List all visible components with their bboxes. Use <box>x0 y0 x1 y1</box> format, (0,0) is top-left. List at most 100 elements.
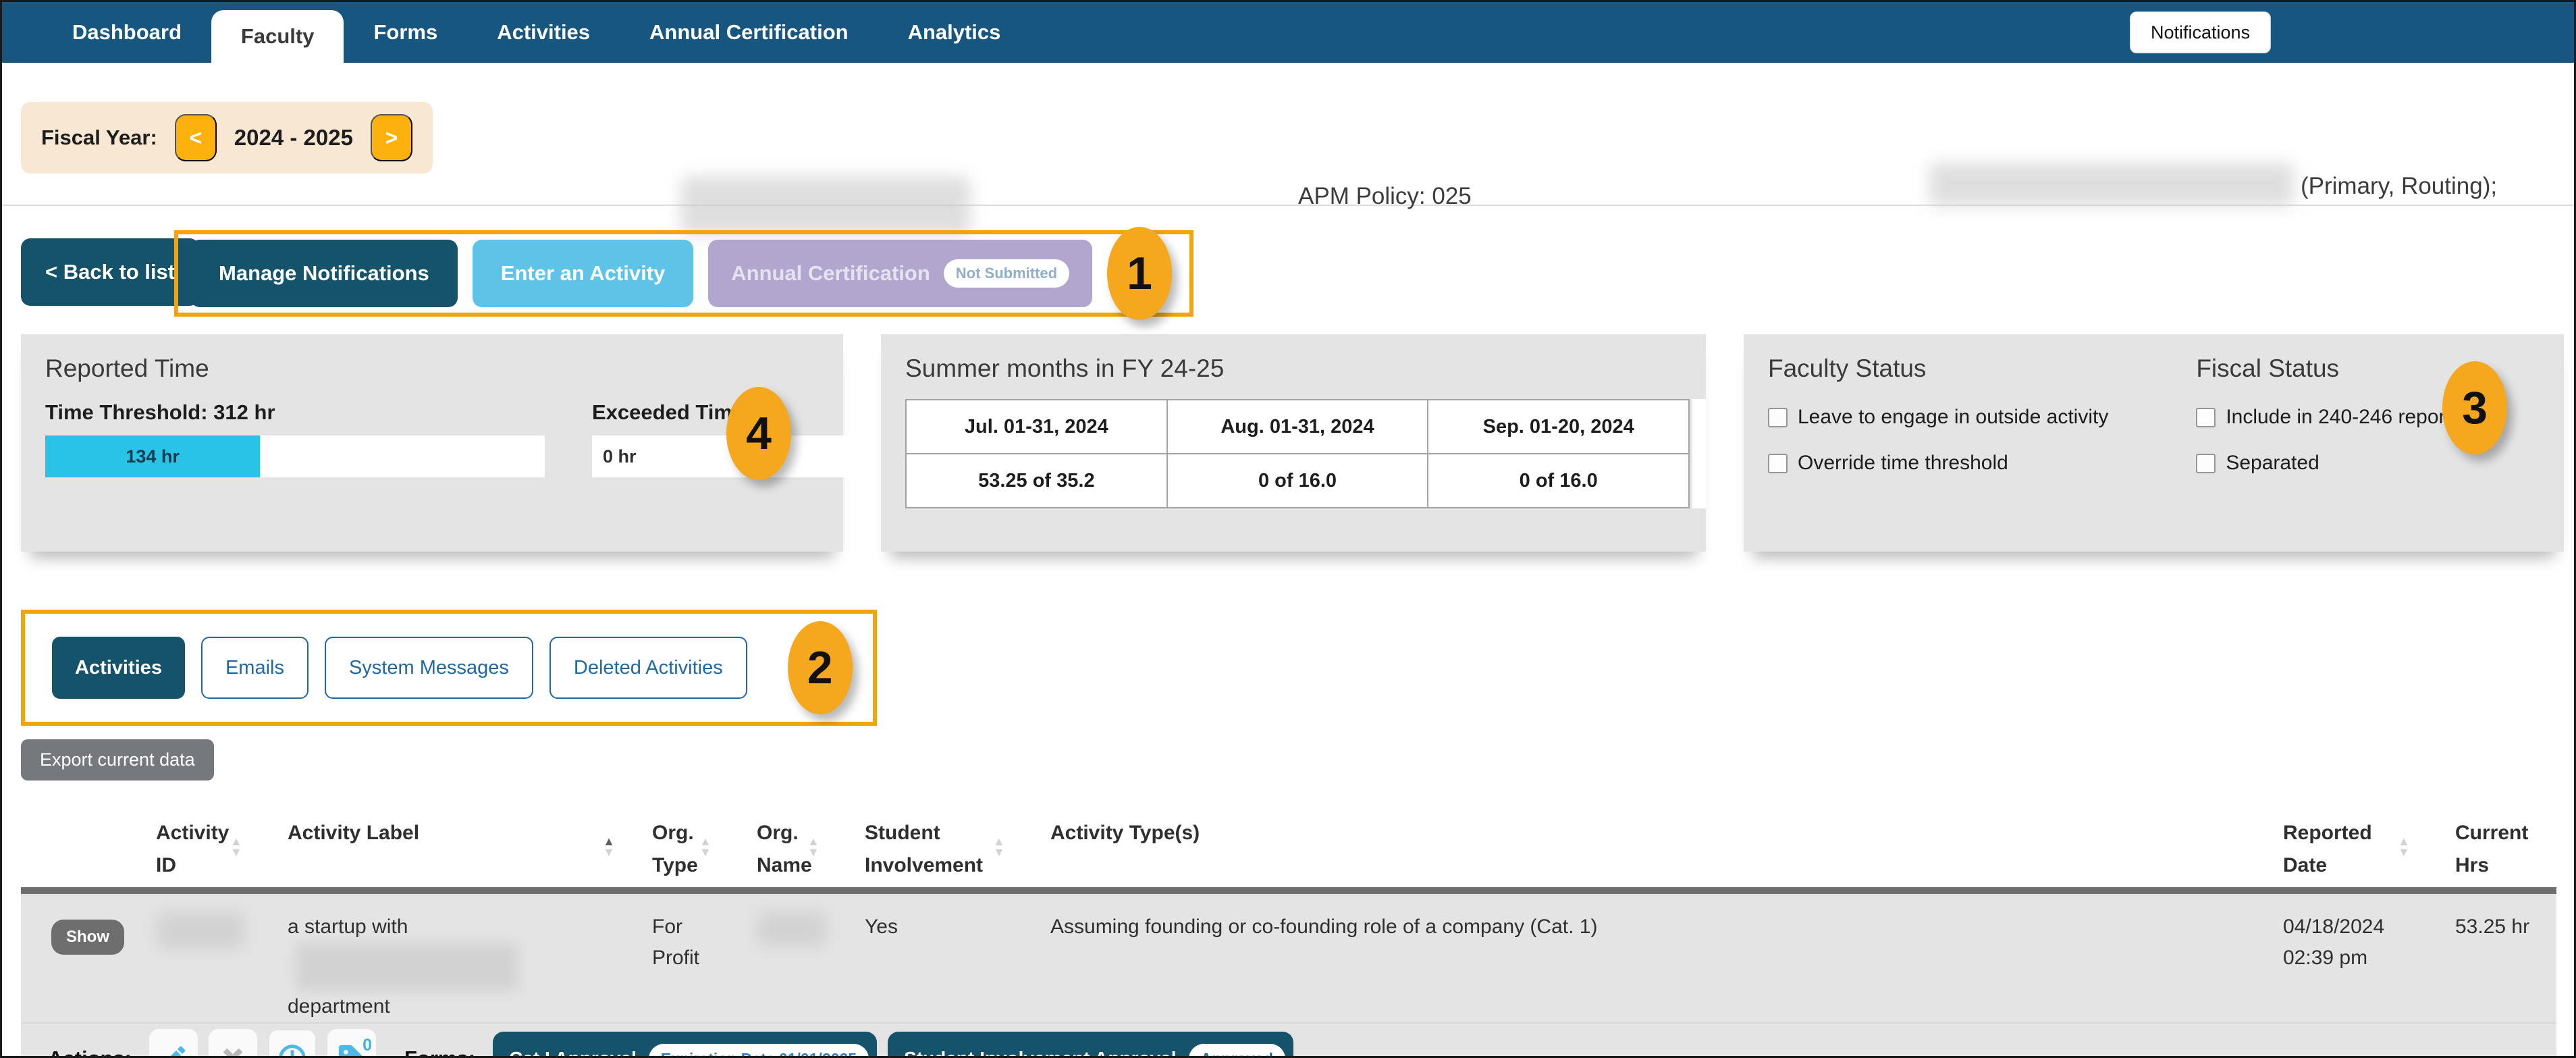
tab-emails[interactable]: Emails <box>200 637 308 699</box>
fiscal-year-prev-button[interactable]: < <box>174 114 217 161</box>
threshold-bar-fill: 134 hr <box>45 435 261 477</box>
redacted-activity-label <box>296 943 518 991</box>
summer-col-jul: Jul. 01-31, 2024 <box>905 399 1168 454</box>
enter-activity-button[interactable]: Enter an Activity <box>472 240 694 307</box>
include-240-246-checkbox[interactable] <box>2196 407 2216 427</box>
summer-header-row: Jul. 01-31, 2024 Aug. 01-31, 2024 Sep. 0… <box>905 399 1690 454</box>
header-org-name[interactable]: Org. Name <box>733 799 841 882</box>
summer-table-scrollbar[interactable] <box>1692 399 1706 508</box>
manage-notifications-button[interactable]: Manage Notifications <box>190 240 458 307</box>
separated-checkbox[interactable] <box>2196 453 2216 473</box>
time-threshold-bar: 134 hr <box>45 435 545 477</box>
x-icon <box>217 1042 248 1056</box>
leave-outside-activity-checkbox[interactable] <box>1768 407 1788 427</box>
row-activity-id <box>132 894 264 1022</box>
nav-tab-forms[interactable]: Forms <box>344 2 467 63</box>
redacted-department <box>1929 163 2294 206</box>
summer-col-aug: Aug. 01-31, 2024 <box>1166 399 1429 454</box>
fiscal-status-option: Include in 240-246 report <box>2196 406 2451 429</box>
header-org-type-label: Org. Type <box>652 822 698 876</box>
tab-activities[interactable]: Activities <box>52 637 185 699</box>
header-activity-id[interactable]: Activity ID <box>132 799 264 882</box>
override-threshold-checkbox[interactable] <box>1768 453 1788 473</box>
annual-certification-button[interactable]: Annual Certification Not Submitted <box>708 240 1093 307</box>
exceeded-time-bar: 0 hr <box>592 435 852 477</box>
row-reported-date: 04/18/2024 02:39 pm <box>2283 916 2385 969</box>
time-threshold-block: Time Threshold: 312 hr 134 hr <box>45 400 545 477</box>
nav-tab-dashboard[interactable]: Dashboard <box>43 2 211 63</box>
summer-val-sep: 0 of 16.0 <box>1427 453 1690 508</box>
tab-deleted-activities[interactable]: Deleted Activities <box>549 637 747 699</box>
row-activity-types: Assuming founding or co-founding role of… <box>1050 916 1598 938</box>
pencil-icon <box>158 1042 189 1056</box>
callout-box-1: Manage Notifications Enter an Activity A… <box>174 227 1194 320</box>
clock-icon <box>277 1042 308 1056</box>
show-button[interactable]: Show <box>51 920 124 955</box>
table-row: Show a startup with department For Profi… <box>21 894 2556 1022</box>
cat-i-approval-name: Cat I Approval <box>509 1048 637 1056</box>
department-line: (Primary, Routing); <box>1929 163 2557 206</box>
faculty-status-option: Override time threshold <box>1768 452 2108 475</box>
callout-4-badge: 4 <box>726 387 791 480</box>
faculty-status-title: Faculty Status <box>1768 354 1927 382</box>
header-activity-label[interactable]: Activity Label <box>264 799 628 882</box>
sort-asc-icon[interactable] <box>603 836 615 857</box>
sort-icon[interactable] <box>2398 836 2410 857</box>
department-suffix: (Primary, Routing); <box>2301 173 2498 199</box>
fiscal-year-value: 2024 - 2025 <box>234 125 353 150</box>
header-row: Fiscal Year: < 2024 - 2025 > APM Policy:… <box>2 63 2574 236</box>
leave-outside-activity-label: Leave to engage in outside activity <box>1798 406 2109 428</box>
summer-val-aug: 0 of 16.0 <box>1166 453 1429 508</box>
edit-activity-button[interactable] <box>149 1029 198 1056</box>
approved-pill: Approved <box>1188 1043 1285 1056</box>
row-actions-bar: Actions: 0 Forms: Cat I Approval Expirat… <box>21 1024 2556 1056</box>
header-student-involvement-label: Student Involvement <box>865 822 984 876</box>
export-current-data-button[interactable]: Export current data <box>21 739 214 781</box>
tab-system-messages[interactable]: System Messages <box>324 637 533 699</box>
notifications-button[interactable]: Notifications <box>2130 11 2272 53</box>
tags-button[interactable]: 0 <box>327 1029 376 1056</box>
back-to-list-button[interactable]: < Back to list <box>21 238 200 306</box>
header-activity-types-label: Activity Type(s) <box>1050 822 1200 844</box>
exceeded-time-block: Exceeded Time 0 hr <box>592 400 852 477</box>
sort-icon[interactable] <box>699 836 712 857</box>
sort-icon[interactable] <box>230 836 242 857</box>
cat-i-approval-badge[interactable]: Cat I Approval Expiration Date 01/01/202… <box>493 1032 878 1056</box>
nav-tab-faculty[interactable]: Faculty <box>211 10 344 63</box>
callout-box-2: Activities Emails System Messages Delete… <box>21 610 877 726</box>
sort-icon[interactable] <box>807 836 820 857</box>
time-threshold-label: Time Threshold: 312 hr <box>45 400 275 424</box>
header-student-involvement[interactable]: Student Involvement <box>841 799 1027 882</box>
callout-2-badge: 2 <box>787 621 853 714</box>
header-current-hrs[interactable]: Current Hrs <box>2432 799 2556 882</box>
student-involvement-approval-badge[interactable]: Student Involvement Approval Approved <box>888 1032 1293 1056</box>
history-button[interactable] <box>268 1029 317 1056</box>
fiscal-year-next-button[interactable]: > <box>370 114 412 161</box>
summer-val-jul: 53.25 of 35.2 <box>905 453 1168 508</box>
exceeded-time-label: Exceeded Time <box>592 400 745 424</box>
page: Dashboard Faculty Forms Activities Annua… <box>0 0 2576 1058</box>
header-reported-date[interactable]: Reported Date <box>2259 799 2432 882</box>
header-activity-types[interactable]: Activity Type(s) <box>1027 799 2259 882</box>
nav-tab-annual-certification[interactable]: Annual Certification <box>620 2 878 63</box>
nav-tab-analytics[interactable]: Analytics <box>878 2 1031 63</box>
header-org-type[interactable]: Org. Type <box>628 799 733 882</box>
forms-label: Forms: <box>404 1047 475 1056</box>
header-actions-col <box>21 799 132 882</box>
table-header-row: Activity ID Activity Label Org. Type Org… <box>21 799 2556 882</box>
separated-label: Separated <box>2226 452 2319 474</box>
nav-tab-activities[interactable]: Activities <box>467 2 620 63</box>
row-show-cell: Show <box>21 894 132 1022</box>
info-panels: Reported Time Time Threshold: 312 hr 134… <box>21 334 2574 552</box>
row-org-type: For Profit <box>652 916 700 969</box>
header-org-name-label: Org. Name <box>757 822 812 876</box>
delete-activity-button[interactable] <box>209 1029 257 1056</box>
top-nav: Dashboard Faculty Forms Activities Annua… <box>2 2 2574 63</box>
sort-icon[interactable] <box>993 836 1005 857</box>
not-submitted-badge: Not Submitted <box>943 259 1070 288</box>
row-student-involvement: Yes <box>865 916 898 938</box>
header-current-hrs-label: Current Hrs <box>2455 822 2529 876</box>
fiscal-status-title: Fiscal Status <box>2196 354 2340 382</box>
header-reported-date-label: Reported Date <box>2283 822 2372 876</box>
override-threshold-label: Override time threshold <box>1798 452 2008 474</box>
